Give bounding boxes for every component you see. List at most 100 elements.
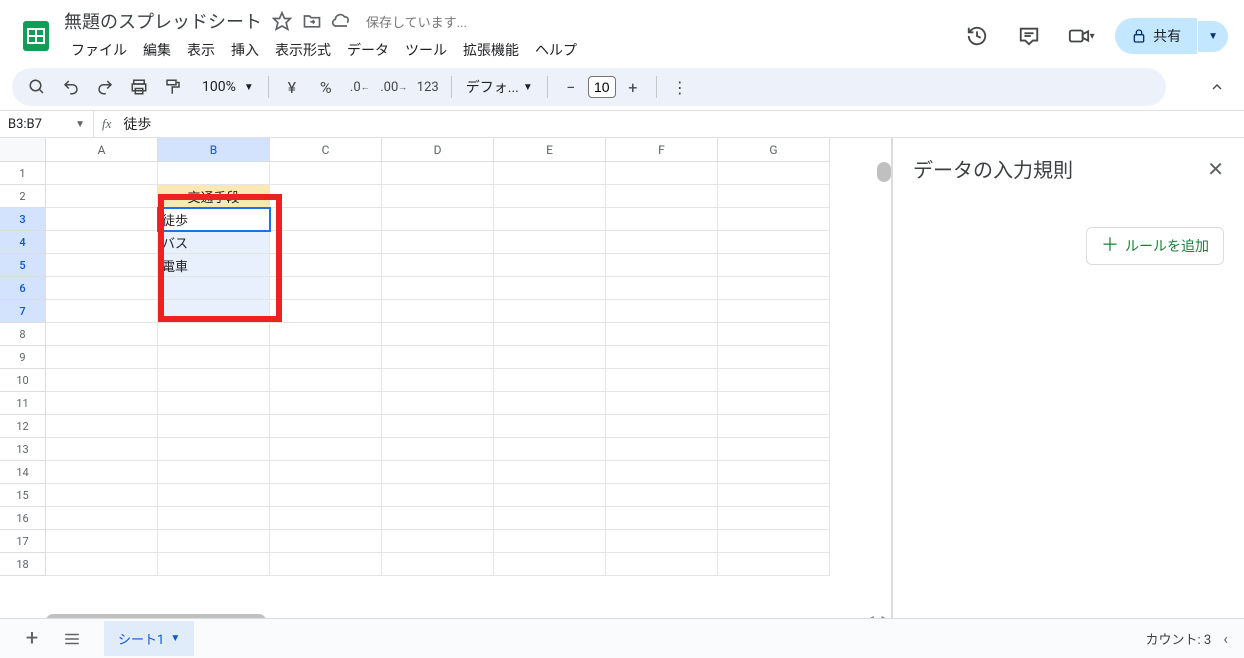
cell-E10[interactable] (494, 369, 606, 392)
cell-A8[interactable] (46, 323, 158, 346)
cell-C18[interactable] (270, 553, 382, 576)
row-header-5[interactable]: 5 (0, 254, 46, 277)
row-header-12[interactable]: 12 (0, 415, 46, 438)
cell-A12[interactable] (46, 415, 158, 438)
cell-D9[interactable] (382, 346, 494, 369)
cell-D8[interactable] (382, 323, 494, 346)
cell-D17[interactable] (382, 530, 494, 553)
currency-icon[interactable]: ¥ (277, 72, 307, 102)
cell-E17[interactable] (494, 530, 606, 553)
cell-A6[interactable] (46, 277, 158, 300)
cell-F4[interactable] (606, 231, 718, 254)
cell-E3[interactable] (494, 208, 606, 231)
cell-F14[interactable] (606, 461, 718, 484)
cell-G3[interactable] (718, 208, 830, 231)
cell-G1[interactable] (718, 162, 830, 185)
cell-C12[interactable] (270, 415, 382, 438)
cell-D11[interactable] (382, 392, 494, 415)
cell-G18[interactable] (718, 553, 830, 576)
row-header-3[interactable]: 3 (0, 208, 46, 231)
add-sheet-icon[interactable]: + (16, 623, 48, 655)
cell-A7[interactable] (46, 300, 158, 323)
col-header-b[interactable]: B (158, 138, 270, 162)
cell-G10[interactable] (718, 369, 830, 392)
row-header-7[interactable]: 7 (0, 300, 46, 323)
menu-insert[interactable]: 挿入 (224, 36, 266, 64)
fontsize-decrease-icon[interactable]: − (556, 72, 586, 102)
cell-A13[interactable] (46, 438, 158, 461)
cell-C7[interactable] (270, 300, 382, 323)
cell-B11[interactable] (158, 392, 270, 415)
cell-C3[interactable] (270, 208, 382, 231)
paint-format-icon[interactable] (158, 72, 188, 102)
cell-G11[interactable] (718, 392, 830, 415)
menu-help[interactable]: ヘルプ (528, 36, 584, 64)
row-header-13[interactable]: 13 (0, 438, 46, 461)
cell-D3[interactable] (382, 208, 494, 231)
explore-icon[interactable]: ‹ (1223, 629, 1228, 648)
cell-D4[interactable] (382, 231, 494, 254)
cell-E12[interactable] (494, 415, 606, 438)
cell-E2[interactable] (494, 185, 606, 208)
cell-G12[interactable] (718, 415, 830, 438)
cell-A15[interactable] (46, 484, 158, 507)
menu-file[interactable]: ファイル (64, 36, 134, 64)
cell-D5[interactable] (382, 254, 494, 277)
selection-count[interactable]: カウント: 3 (1146, 629, 1212, 648)
cell-F16[interactable] (606, 507, 718, 530)
cell-C2[interactable] (270, 185, 382, 208)
cell-B17[interactable] (158, 530, 270, 553)
cell-E11[interactable] (494, 392, 606, 415)
cell-B5[interactable]: 電車 (158, 254, 270, 277)
cell-B18[interactable] (158, 553, 270, 576)
fontsize-input[interactable] (588, 76, 616, 98)
cell-G14[interactable] (718, 461, 830, 484)
cell-G9[interactable] (718, 346, 830, 369)
vertical-scrollbar[interactable] (877, 162, 891, 182)
add-rule-button[interactable]: ＋ ルールを追加 (1086, 227, 1224, 265)
select-all-corner[interactable] (0, 138, 46, 162)
collapse-toolbar-icon[interactable] (1202, 72, 1232, 102)
cell-E13[interactable] (494, 438, 606, 461)
spreadsheet-grid[interactable]: A B C D E F G 12交通手段3徒歩4バス5電車67891011121… (0, 138, 892, 628)
cell-F12[interactable] (606, 415, 718, 438)
row-header-17[interactable]: 17 (0, 530, 46, 553)
cell-C15[interactable] (270, 484, 382, 507)
cell-C5[interactable] (270, 254, 382, 277)
col-header-e[interactable]: E (494, 138, 606, 162)
cell-F5[interactable] (606, 254, 718, 277)
cell-E4[interactable] (494, 231, 606, 254)
cell-A10[interactable] (46, 369, 158, 392)
cell-C13[interactable] (270, 438, 382, 461)
cell-E15[interactable] (494, 484, 606, 507)
decrease-decimal-icon[interactable]: .0← (345, 72, 375, 102)
cell-F6[interactable] (606, 277, 718, 300)
cell-C14[interactable] (270, 461, 382, 484)
fontsize-increase-icon[interactable]: + (618, 72, 648, 102)
cell-B6[interactable] (158, 277, 270, 300)
undo-icon[interactable] (56, 72, 86, 102)
cell-G2[interactable] (718, 185, 830, 208)
cell-B4[interactable]: バス (158, 231, 270, 254)
menu-tools[interactable]: ツール (398, 36, 454, 64)
cell-E5[interactable] (494, 254, 606, 277)
cell-D1[interactable] (382, 162, 494, 185)
cell-A17[interactable] (46, 530, 158, 553)
row-header-4[interactable]: 4 (0, 231, 46, 254)
cell-B2[interactable]: 交通手段 (158, 185, 270, 208)
sheet-tab-1[interactable]: シート1 ▼ (104, 621, 194, 656)
cell-D16[interactable] (382, 507, 494, 530)
cell-A14[interactable] (46, 461, 158, 484)
document-title[interactable]: 無題のスプレッドシート (64, 8, 262, 34)
share-dropdown[interactable]: ▼ (1198, 21, 1228, 52)
col-header-f[interactable]: F (606, 138, 718, 162)
cell-E9[interactable] (494, 346, 606, 369)
cell-E8[interactable] (494, 323, 606, 346)
cell-F9[interactable] (606, 346, 718, 369)
redo-icon[interactable] (90, 72, 120, 102)
cell-E18[interactable] (494, 553, 606, 576)
move-folder-icon[interactable] (302, 11, 322, 31)
cell-F11[interactable] (606, 392, 718, 415)
menu-edit[interactable]: 編集 (136, 36, 178, 64)
meet-icon[interactable]: ▾ (1063, 18, 1099, 54)
